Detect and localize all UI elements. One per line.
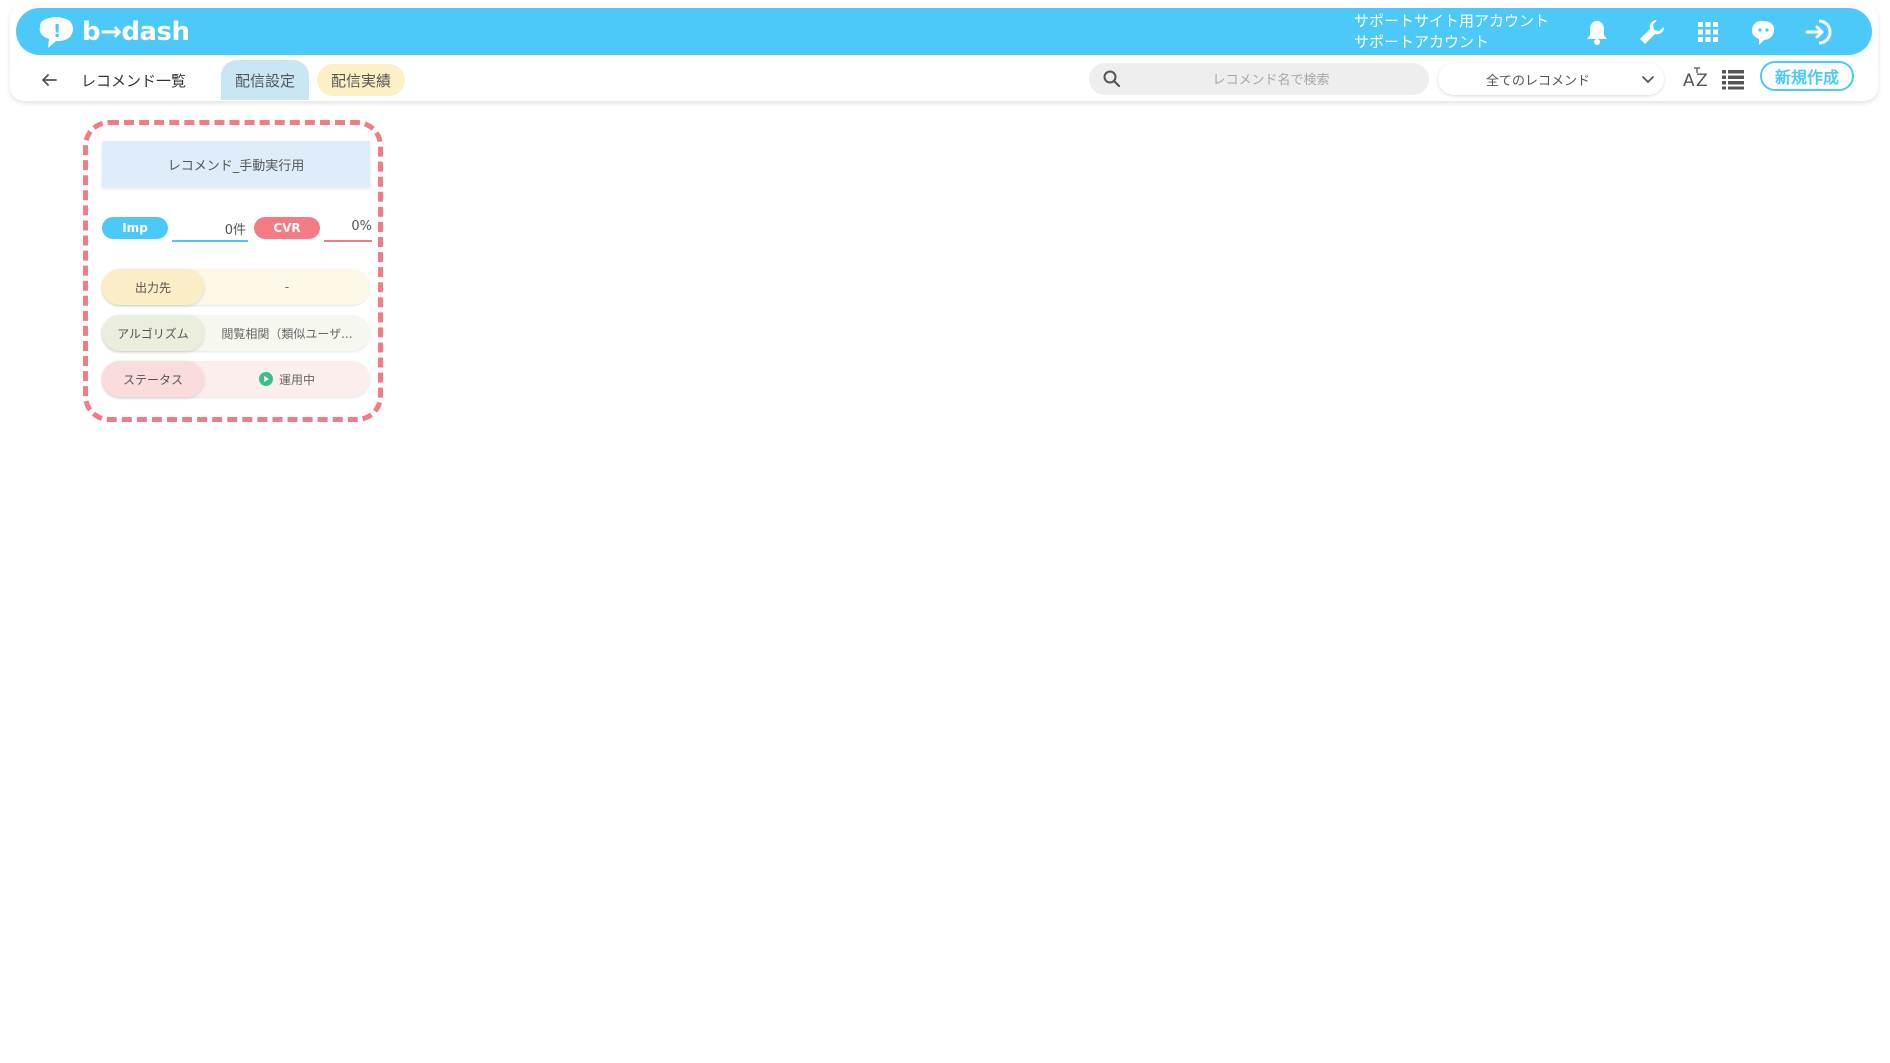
breadcrumb[interactable]: レコメンド一覧 — [81, 70, 186, 91]
account-line-1: サポートサイト用アカウント — [1354, 12, 1550, 30]
cvr-underline — [324, 240, 372, 242]
list-view-icon[interactable] — [1720, 66, 1746, 92]
search-box — [1089, 63, 1429, 97]
account-info[interactable]: サポートサイト用アカウント サポートアカウント — [1354, 11, 1549, 53]
card-title[interactable]: レコメンド_手動実行用 — [102, 141, 370, 187]
algorithm-row: アルゴリズム 閲覧相関（類似ユーザ... — [102, 315, 370, 351]
chevron-down-icon — [1642, 76, 1654, 84]
search-input[interactable] — [1129, 63, 1413, 97]
filter-selected-value: 全てのレコメンド — [1485, 73, 1590, 89]
logo-text: b→dash — [82, 17, 190, 47]
status-value-wrap: 運用中 — [204, 361, 370, 397]
output-label: 出力先 — [102, 269, 204, 305]
back-arrow-icon[interactable] — [38, 69, 60, 91]
algorithm-label: アルゴリズム — [102, 315, 204, 351]
tab-delivery-settings[interactable]: 配信設定 — [221, 60, 309, 100]
svg-text:!: ! — [53, 21, 61, 42]
play-status-icon — [258, 372, 273, 386]
tab-delivery-results[interactable]: 配信実績 — [317, 64, 405, 96]
algorithm-value: 閲覧相関（類似ユーザ... — [221, 326, 353, 341]
apps-grid-icon[interactable] — [1693, 17, 1723, 47]
mascot-icon[interactable] — [1748, 17, 1778, 47]
search-icon[interactable] — [1102, 69, 1122, 89]
create-new-button[interactable]: 新規作成 — [1760, 61, 1854, 91]
imp-badge: Imp — [102, 217, 168, 239]
logout-icon[interactable] — [1804, 17, 1834, 47]
status-label: ステータス — [102, 361, 204, 397]
output-row: 出力先 - — [102, 269, 370, 305]
cvr-badge: CVR — [254, 217, 320, 239]
status-value: 運用中 — [278, 372, 315, 387]
brand-logo[interactable]: ! b→dash — [36, 14, 190, 50]
imp-underline — [172, 240, 248, 242]
imp-value: 0件 — [224, 223, 246, 238]
status-row: ステータス 運用中 — [102, 361, 370, 397]
output-value: - — [284, 280, 290, 294]
svg-text:Z: Z — [1696, 71, 1708, 91]
sort-az-icon[interactable]: A Z — [1682, 65, 1712, 93]
sub-header: レコメンド一覧 配信設定 配信実績 全てのレコメンド A Z 新規作成 — [10, 60, 1878, 100]
card-metrics: Imp 0件 CVR 0% — [102, 217, 372, 253]
wrench-icon[interactable] — [1637, 17, 1667, 47]
bell-icon[interactable] — [1582, 17, 1612, 47]
recommend-filter-select[interactable]: 全てのレコメンド — [1438, 63, 1664, 95]
top-bar: ! b→dash サポートサイト用アカウント サポートアカウント — [16, 8, 1872, 55]
account-line-2: サポートアカウント — [1354, 33, 1490, 51]
recommend-card[interactable]: レコメンド_手動実行用 Imp 0件 CVR 0% 出力先 - アルゴリズム 閲… — [102, 141, 372, 397]
cvr-value: 0% — [351, 219, 372, 234]
logo-bubble-icon: ! — [39, 17, 73, 48]
svg-text:A: A — [1683, 71, 1695, 91]
